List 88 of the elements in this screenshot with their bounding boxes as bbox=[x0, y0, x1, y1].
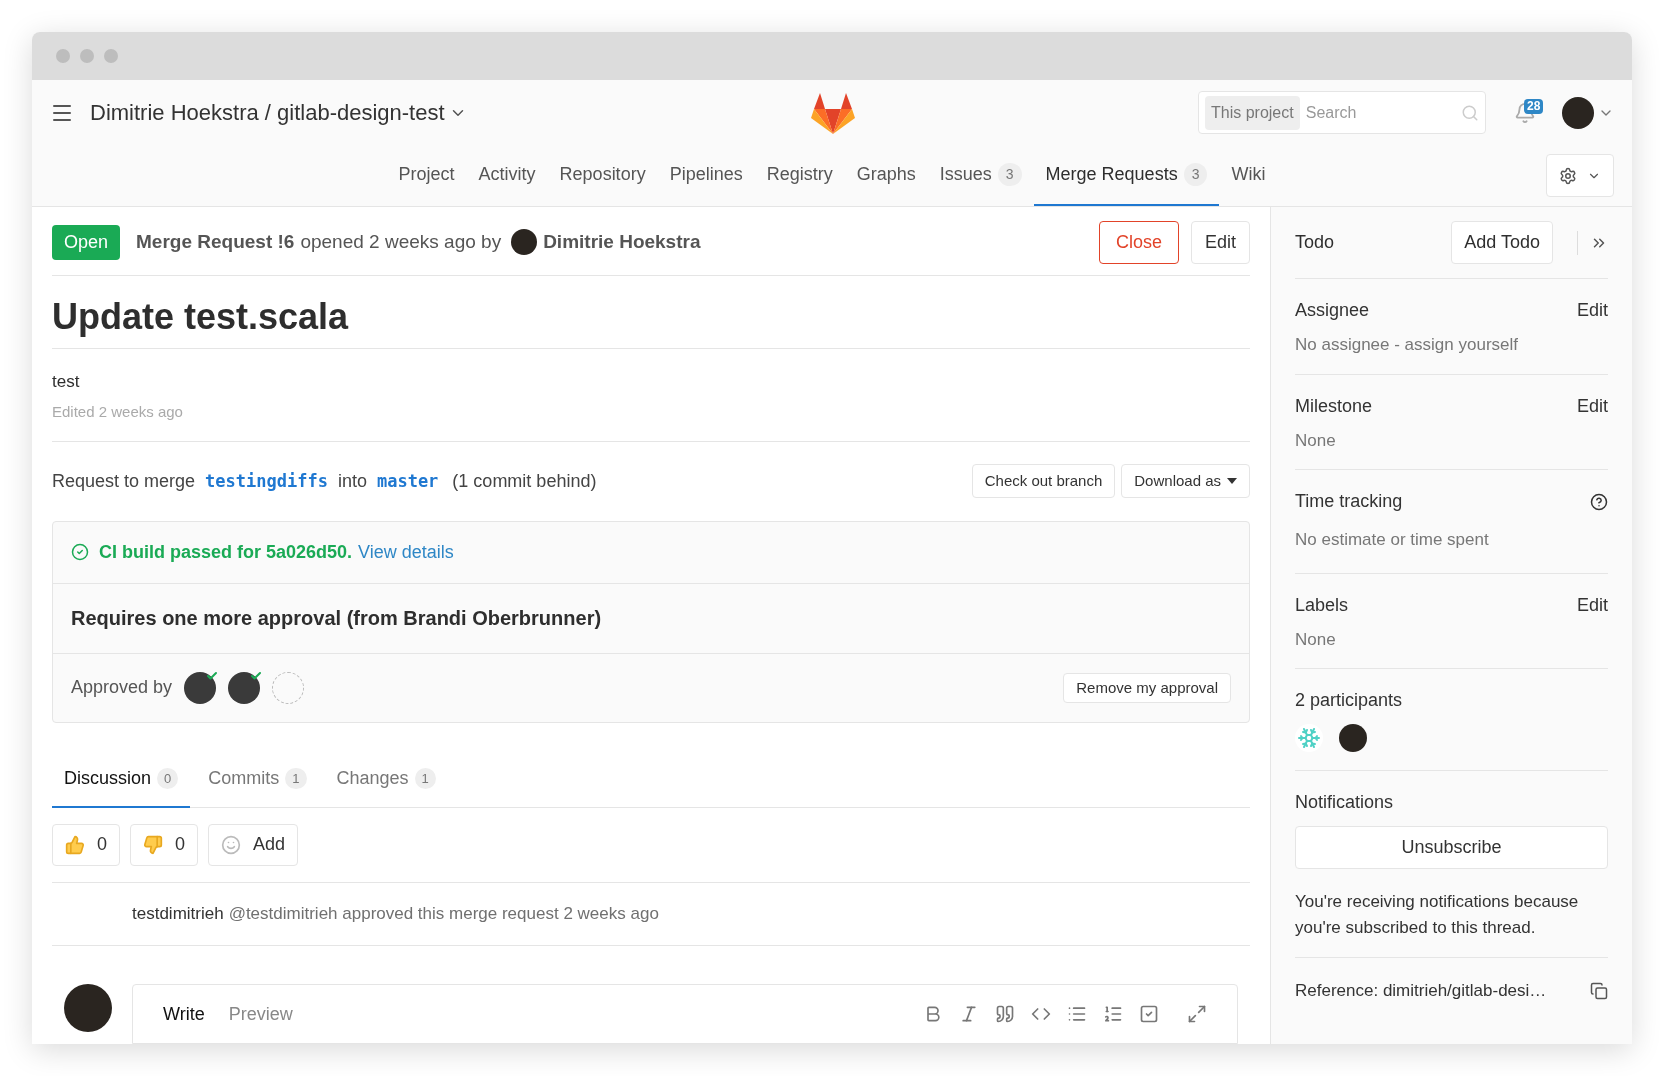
checkbox-icon[interactable] bbox=[1139, 1004, 1159, 1024]
search-bar[interactable]: This project Search bbox=[1198, 91, 1486, 134]
edit-link[interactable]: Edit bbox=[1576, 591, 1608, 619]
participant-avatar[interactable] bbox=[1339, 724, 1367, 752]
settings-icon bbox=[1559, 166, 1577, 185]
description-text: test bbox=[52, 371, 81, 393]
target-branch[interactable]: master bbox=[376, 468, 439, 495]
count-badge: 1 bbox=[414, 767, 436, 790]
commits-behind: (1 commit behind) bbox=[452, 469, 597, 493]
remove-approval-button[interactable]: Remove my approval bbox=[1063, 672, 1231, 703]
nav-tab[interactable]: Project bbox=[386, 145, 467, 206]
checkout-branch-button[interactable]: Check out branch bbox=[971, 464, 1116, 499]
activity-user[interactable]: testdimitrieh bbox=[132, 901, 224, 927]
section-title: Time tracking bbox=[1295, 490, 1403, 513]
participants-title: 2 participants bbox=[1295, 689, 1404, 712]
nav-tab[interactable]: Repository bbox=[547, 145, 658, 206]
count-badge: 0 bbox=[157, 767, 179, 790]
caret-icon bbox=[1227, 478, 1237, 485]
count-badge: 3 bbox=[997, 163, 1022, 186]
edit-link[interactable]: Edit bbox=[1576, 392, 1608, 420]
search-scope-badge[interactable]: This project bbox=[1205, 95, 1300, 130]
section-title: Labels bbox=[1295, 593, 1349, 617]
copy-icon[interactable] bbox=[1590, 982, 1608, 1000]
bullet-list-icon[interactable] bbox=[1067, 1004, 1087, 1024]
reaction-button[interactable]: 0 bbox=[130, 823, 199, 866]
section-value: None bbox=[1295, 628, 1337, 651]
nav-tab[interactable]: Registry bbox=[754, 145, 845, 206]
edit-link[interactable]: Edit bbox=[1576, 297, 1608, 324]
quote-icon[interactable] bbox=[995, 1004, 1015, 1024]
discussion-tab[interactable]: Discussion 0 bbox=[52, 750, 191, 808]
reference-text: Reference: dimitrieh/gitlab-desi… bbox=[1295, 980, 1547, 1003]
source-branch[interactable]: testingdiffs bbox=[205, 468, 328, 495]
author-avatar bbox=[511, 229, 538, 255]
merge-request-title: Update test.scala bbox=[52, 276, 1250, 349]
fullscreen-icon[interactable] bbox=[1187, 1004, 1207, 1024]
nav-tab[interactable]: Issues 3 bbox=[927, 145, 1034, 206]
nav-tab[interactable]: Activity bbox=[466, 145, 548, 206]
section-value: No estimate or time spent bbox=[1295, 529, 1490, 551]
into-label: into bbox=[337, 469, 367, 493]
ci-status-text: CI build passed for 5a026d50. bbox=[99, 540, 353, 564]
edit-button[interactable]: Edit bbox=[1190, 220, 1250, 264]
numbered-list-icon[interactable] bbox=[1103, 1004, 1123, 1024]
discussion-tab[interactable]: Commits 1 bbox=[196, 750, 319, 808]
status-badge: Open bbox=[52, 224, 121, 260]
download-as-button[interactable]: Download as bbox=[1121, 464, 1250, 499]
activity-text: @testdimitrieh approved this merge request 2 weeks ago bbox=[228, 903, 659, 926]
search-field[interactable]: Search bbox=[1305, 100, 1455, 125]
editor-tab[interactable]: Write bbox=[163, 1000, 205, 1028]
unsubscribe-button[interactable]: Unsubscribe bbox=[1295, 826, 1608, 869]
view-details-link[interactable]: View details bbox=[358, 538, 454, 566]
user-avatar bbox=[1562, 96, 1594, 129]
todo-label: Todo bbox=[1295, 231, 1335, 254]
nav-tab[interactable]: Merge Requests 3 bbox=[1033, 145, 1220, 206]
notifications-note: You're receiving notifications because you're subscribed to this thread. bbox=[1295, 891, 1580, 939]
nav-tab[interactable]: Pipelines bbox=[657, 145, 755, 206]
notifications-title: Notifications bbox=[1295, 791, 1395, 814]
thumbs-down-icon bbox=[143, 834, 163, 855]
merge-label: Request to merge bbox=[52, 469, 196, 493]
project-path[interactable]: Dimitrie Hoekstra / gitlab-design-test bbox=[90, 96, 445, 129]
section-title: Milestone bbox=[1295, 394, 1373, 418]
smiley-icon bbox=[221, 834, 242, 855]
approval-requirement: Requires one more approval (from Brandi Oberbrunner) bbox=[71, 606, 602, 632]
comment-editor[interactable]: Write Preview bbox=[132, 984, 1238, 1044]
settings-button[interactable] bbox=[1546, 154, 1614, 197]
approved-by-label: Approved by bbox=[71, 676, 173, 700]
success-icon bbox=[71, 543, 89, 562]
add-todo-button[interactable]: Add Todo bbox=[1451, 221, 1553, 264]
close-button[interactable]: Close bbox=[1098, 220, 1179, 264]
merge-request-ref: Merge Request !6 bbox=[136, 229, 295, 254]
thumbs-up-icon bbox=[65, 834, 85, 855]
section-value: No assignee - assign yourself bbox=[1295, 334, 1519, 356]
nav-tab[interactable]: Wiki bbox=[1219, 145, 1278, 206]
author-link[interactable]: Dimitrie Hoekstra bbox=[543, 227, 701, 257]
reaction-button[interactable]: 0 bbox=[52, 823, 120, 866]
reaction-button[interactable]: Add bbox=[208, 823, 299, 866]
help-icon[interactable] bbox=[1590, 492, 1608, 511]
edited-time: Edited 2 weeks ago bbox=[52, 401, 184, 422]
italic-icon[interactable] bbox=[959, 1004, 979, 1024]
discussion-tab[interactable]: Changes 1 bbox=[324, 750, 448, 808]
section-title: Assignee bbox=[1295, 299, 1370, 322]
user-avatar bbox=[64, 984, 112, 1032]
opened-text: opened 2 weeks ago by bbox=[300, 229, 502, 254]
editor-tab[interactable]: Preview bbox=[228, 1000, 293, 1028]
count-badge: 1 bbox=[285, 767, 307, 790]
notification-count-badge: 28 bbox=[1524, 98, 1544, 114]
count-badge: 3 bbox=[1183, 163, 1208, 186]
section-value: None bbox=[1295, 429, 1337, 452]
nav-tab[interactable]: Graphs bbox=[844, 145, 928, 206]
